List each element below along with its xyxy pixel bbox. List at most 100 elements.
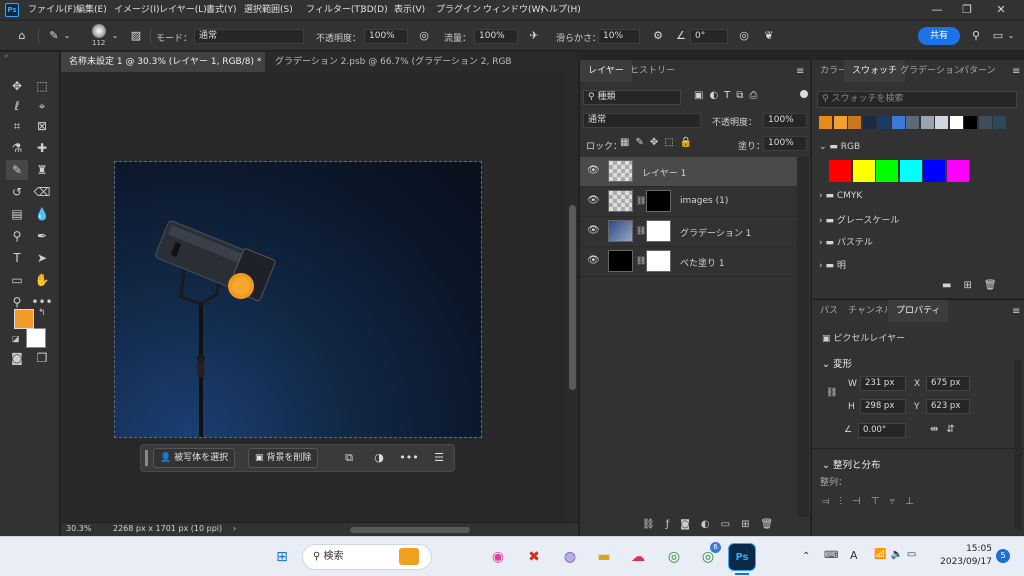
type-tool-icon[interactable]: T <box>6 248 28 268</box>
foreground-color-swatch[interactable] <box>14 309 34 329</box>
settings-sliders-icon[interactable]: ☰ <box>429 448 449 468</box>
more-options-icon[interactable]: ••• <box>399 448 419 468</box>
color-swatch[interactable] <box>935 116 948 129</box>
menu-window[interactable]: ウィンドウ(W) <box>481 2 546 18</box>
angle-input[interactable]: 0.00° <box>858 423 906 438</box>
eyedropper-tool-icon[interactable]: ⚗ <box>6 138 28 158</box>
layer-opacity-input[interactable]: 100% <box>763 113 807 128</box>
menu-help[interactable]: ヘルプ(H) <box>538 2 583 18</box>
pressure-opacity-icon[interactable]: ◎ <box>416 28 432 44</box>
select-subject-button[interactable]: 👤 被写体を選択 <box>153 448 236 468</box>
quick-mask-icon[interactable]: ◙ <box>6 348 28 368</box>
width-input[interactable]: 231 px <box>860 376 906 391</box>
cmyk-group[interactable]: › ▬ CMYK <box>819 191 862 201</box>
color-swatch[interactable] <box>819 116 832 129</box>
menu-image[interactable]: イメージ(I) <box>112 2 162 18</box>
drag-handle-icon[interactable] <box>145 450 148 466</box>
tab-history[interactable]: ヒストリー <box>622 60 683 82</box>
tab-document-1[interactable]: 名称未設定 1 @ 30.3% (レイヤー 1, RGB/8) * × <box>61 52 265 72</box>
link-icon[interactable]: ⛓ <box>636 196 646 205</box>
chevron-down-icon[interactable]: ⌄ <box>1006 28 1016 44</box>
panel-menu-icon[interactable]: ≡ <box>1012 306 1020 317</box>
color-swatch[interactable] <box>877 116 890 129</box>
rgb-group-header[interactable]: ⌄ ▬ RGB <box>819 142 860 152</box>
gear-icon[interactable]: ⚙ <box>650 28 666 44</box>
adjustment-icon[interactable]: ◑ <box>369 448 389 468</box>
color-swatch[interactable] <box>899 160 922 182</box>
menu-3d[interactable]: 3D(D) <box>359 2 390 18</box>
layers-scrollbar[interactable] <box>797 157 809 517</box>
search-box[interactable]: ⚲ 検索 <box>302 544 432 570</box>
clock-time[interactable]: 15:05 <box>958 544 992 554</box>
restore-icon[interactable]: ❐ <box>952 0 982 20</box>
grayscale-group[interactable]: › ▬ グレースケール <box>819 213 899 226</box>
color-swatch[interactable] <box>920 116 934 129</box>
chrome-icon[interactable]: ◎ <box>660 543 688 571</box>
default-colors-icon[interactable]: ◪ <box>12 334 20 343</box>
history-brush-tool-icon[interactable]: ↺ <box>6 182 28 202</box>
layer-filter-select[interactable]: ⚲ 種類 <box>583 90 681 105</box>
flow-input[interactable]: 100% <box>474 29 518 44</box>
layer-row[interactable]: 👁 ⛓ グラデーション 1 <box>580 217 797 247</box>
remove-background-button[interactable]: ▣ 背景を削除 <box>248 448 319 468</box>
path-select-tool-icon[interactable]: ➤ <box>31 248 53 268</box>
document-canvas[interactable] <box>114 161 482 438</box>
menu-layer[interactable]: レイヤー(L) <box>157 2 209 18</box>
collapse-icon[interactable]: » <box>4 52 32 62</box>
horizontal-scroll-thumb[interactable] <box>350 527 470 533</box>
menu-edit[interactable]: 編集(E) <box>74 2 109 18</box>
layer-mask-thumbnail[interactable] <box>646 250 671 272</box>
brush-preview-icon[interactable] <box>92 24 106 38</box>
start-icon[interactable]: ⊞ <box>268 543 296 571</box>
color-swatch[interactable] <box>978 116 992 129</box>
ime-indicator[interactable]: A <box>850 549 858 562</box>
eraser-tool-icon[interactable]: ⌫ <box>31 182 53 202</box>
eye-icon[interactable]: 👁 <box>587 165 600 176</box>
pen-tool-icon[interactable]: ✒ <box>31 226 53 246</box>
gradient-tool-icon[interactable]: ▤ <box>6 204 28 224</box>
link-icon[interactable]: ⛓ <box>826 388 837 398</box>
link-icon[interactable]: ⛓ <box>636 256 646 265</box>
layers-footer-icons[interactable]: ⛓ƒ◙◐▭⊞🗑 <box>642 519 784 530</box>
pressure-size-icon[interactable]: ◎ <box>736 28 752 44</box>
hand-tool-icon[interactable]: ✋ <box>31 270 53 290</box>
eye-icon[interactable]: 👁 <box>587 225 600 236</box>
file-explorer-icon[interactable]: ▬ <box>590 543 618 571</box>
layer-name[interactable]: images (1) <box>680 196 728 206</box>
keyboard-icon[interactable]: ⌨ <box>824 550 838 561</box>
blend-mode-select[interactable]: 通常 <box>583 113 701 128</box>
layer-name[interactable]: グラデーション 1 <box>680 226 751 239</box>
remote-app-icon[interactable]: ✖ <box>520 543 548 571</box>
brush-tool-icon[interactable]: ✎ <box>6 160 28 180</box>
menu-view[interactable]: 表示(V) <box>392 2 427 18</box>
app-icon[interactable]: ◍ <box>556 543 584 571</box>
eye-icon[interactable]: 👁 <box>587 255 600 266</box>
healing-tool-icon[interactable]: ✚ <box>31 138 53 158</box>
document-info[interactable]: 2268 px x 1701 px (10 ppi) <box>113 524 222 533</box>
menu-filter[interactable]: フィルター(T) <box>304 2 365 18</box>
layer-mask-thumbnail[interactable] <box>646 220 671 242</box>
search-icon[interactable]: ⚲ <box>968 28 984 44</box>
screen-mode-icon[interactable]: ❐ <box>31 348 53 368</box>
workspace-icon[interactable]: ▭ <box>990 28 1006 44</box>
lasso-tool-icon[interactable]: ℓ <box>6 96 28 116</box>
color-swatch[interactable] <box>993 116 1006 129</box>
vertical-scroll-thumb[interactable] <box>569 205 576 390</box>
height-input[interactable]: 298 px <box>860 399 906 414</box>
smoothing-input[interactable]: 10% <box>598 29 640 44</box>
swap-colors-icon[interactable]: ↰ <box>38 308 46 318</box>
blur-tool-icon[interactable]: 💧 <box>31 204 53 224</box>
color-swatch[interactable] <box>946 160 969 182</box>
layer-name[interactable]: べた塗り 1 <box>680 256 725 269</box>
color-swatch[interactable] <box>923 160 945 182</box>
layer-row[interactable]: 👁 ⛓ images (1) <box>580 187 797 217</box>
filter-toggle-icon[interactable] <box>800 90 808 98</box>
brush-settings-icon[interactable]: ▨ <box>128 28 144 44</box>
menu-select[interactable]: 選択範囲(S) <box>242 2 295 18</box>
layer-name[interactable]: レイヤー 1 <box>642 166 686 179</box>
align-section[interactable]: ⌄ 整列と分布 <box>822 457 881 471</box>
clock-date[interactable]: 2023/09/17 <box>928 557 992 567</box>
brush-tool-icon[interactable]: ✎ <box>46 28 62 44</box>
color-swatch[interactable] <box>829 160 851 182</box>
creative-cloud-icon[interactable]: ☁ <box>624 543 652 571</box>
